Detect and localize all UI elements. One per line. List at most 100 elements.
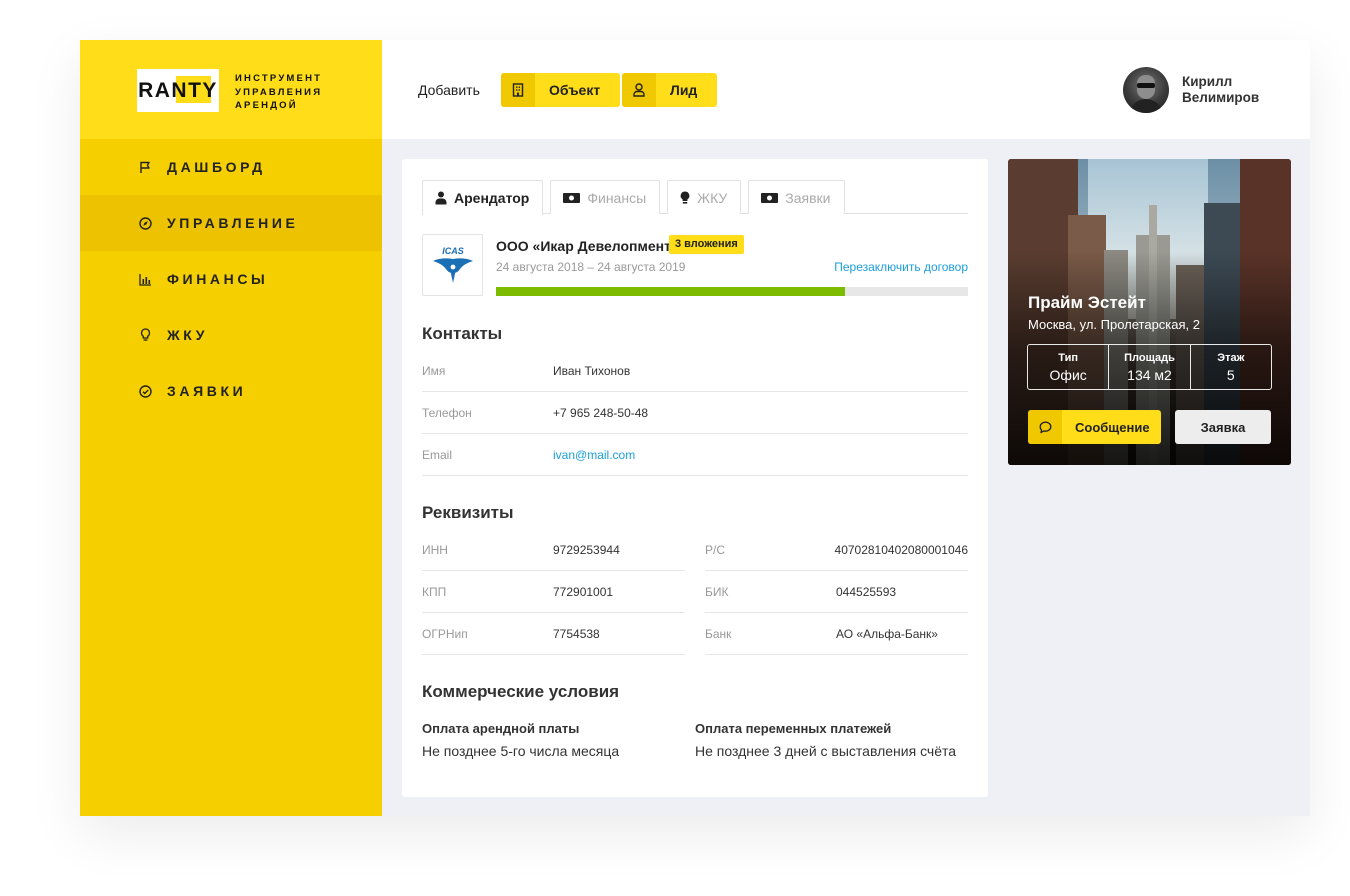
- sidebar-item-label: УПРАВЛЕНИЕ: [167, 215, 299, 231]
- add-label: Добавить: [418, 82, 480, 98]
- tenant-logo-text: ICAS: [442, 246, 464, 256]
- chat-bubble-icon: [1028, 410, 1062, 444]
- requisite-row: Банк АО «Альфа-Банк»: [705, 613, 968, 655]
- renew-contract-link[interactable]: Перезаключить договор: [834, 260, 968, 274]
- tagline-line: ИНСТРУМЕНТ: [235, 73, 323, 84]
- add-object-button[interactable]: Объект: [501, 73, 621, 107]
- requisite-row: КПП 772901001: [422, 571, 685, 613]
- contact-row: Телефон +7 965 248-50-48: [422, 392, 968, 434]
- contacts-list: Имя Иван Тихонов Телефон +7 965 248-50-4…: [422, 350, 968, 476]
- user-first-name: Кирилл: [1182, 74, 1233, 89]
- requisite-value: 044525593: [836, 584, 897, 599]
- tab-tenant[interactable]: Арендатор: [422, 180, 544, 215]
- flag-icon: [138, 160, 152, 174]
- requisites-grid: ИНН 9729253944 КПП 772901001 ОГРНип 7754…: [422, 529, 968, 655]
- building-icon: [501, 73, 535, 107]
- sidebar-item-dashboard[interactable]: ДАШБОРД: [80, 139, 382, 195]
- sidebar-item-finance[interactable]: ФИНАНСЫ: [80, 251, 382, 307]
- requisite-row: Р/С 40702810402080001046: [705, 529, 968, 571]
- logo[interactable]: RANTY: [137, 69, 219, 112]
- tab-finance[interactable]: Финансы: [550, 180, 661, 214]
- sidebar-item-label: ДАШБОРД: [167, 159, 266, 175]
- requisites-right: Р/С 40702810402080001046 БИК 044525593 Б…: [705, 529, 968, 655]
- tab-label: Заявки: [785, 189, 831, 206]
- avatar[interactable]: [1123, 67, 1169, 113]
- requisite-value: 772901001: [553, 584, 614, 599]
- contact-key: Email: [422, 447, 453, 462]
- spec-value: Офис: [1049, 367, 1087, 383]
- spec-key: Площадь: [1124, 352, 1175, 364]
- property-title: Прайм Эстейт: [1028, 293, 1146, 312]
- tenant-summary: ICAS ООО «Икар Девелопмент» 3 вложения 2…: [422, 214, 968, 306]
- spec-area: Площадь 134 м2: [1109, 345, 1191, 389]
- requisite-value: 9729253944: [553, 542, 620, 557]
- requisite-key: Р/С: [705, 542, 726, 557]
- email-link[interactable]: ivan@mail.com: [553, 448, 635, 462]
- request-button[interactable]: Заявка: [1175, 410, 1271, 444]
- requisite-row: ОГРНип 7754538: [422, 613, 685, 655]
- tagline-line: АРЕНДОЙ: [235, 100, 298, 111]
- contact-key: Телефон: [422, 405, 472, 420]
- requisite-key: ИНН: [422, 542, 448, 557]
- requisite-key: БИК: [705, 584, 729, 599]
- sidebar-item-management[interactable]: УПРАВЛЕНИЕ: [80, 195, 382, 251]
- sidebar-item-requests[interactable]: ЗАЯВКИ: [80, 363, 382, 419]
- sidebar-item-label: ЗАЯВКИ: [167, 383, 247, 399]
- contacts-title: Контакты: [422, 324, 503, 343]
- spec-key: Этаж: [1217, 352, 1245, 364]
- lightbulb-icon: [680, 190, 690, 205]
- commercial-terms: Оплата арендной платы Не позднее 5-го чи…: [422, 721, 968, 759]
- banknote-icon: [563, 192, 581, 204]
- property-specs: Тип Офис Площадь 134 м2 Этаж 5: [1027, 344, 1272, 390]
- banknote-icon: [761, 192, 779, 204]
- variable-term: Оплата переменных платежей Не позднее 3 …: [695, 721, 968, 759]
- compass-icon: [138, 216, 152, 230]
- spec-value: 5: [1226, 367, 1235, 383]
- contact-key: Имя: [422, 363, 446, 378]
- tenant-logo: ICAS: [422, 234, 483, 296]
- variable-term-value: Не позднее 3 дней с выставления счёта: [695, 743, 957, 759]
- tab-label: Финансы: [587, 189, 647, 206]
- variable-term-title: Оплата переменных платежей: [695, 721, 892, 736]
- person-icon: [435, 191, 447, 205]
- requisites-left: ИНН 9729253944 КПП 772901001 ОГРНип 7754…: [422, 529, 685, 655]
- spec-type: Тип Офис: [1028, 345, 1110, 389]
- sidebar: RANTY ИНСТРУМЕНТ УПРАВЛЕНИЯ АРЕНДОЙ ДАШБ…: [80, 40, 382, 816]
- commercial-title: Коммерческие условия: [422, 682, 620, 701]
- contact-row: Email ivan@mail.com: [422, 434, 968, 476]
- brand: RANTY ИНСТРУМЕНТ УПРАВЛЕНИЯ АРЕНДОЙ: [80, 40, 382, 139]
- user-name: Кирилл Велимиров: [1182, 74, 1259, 106]
- tabs: Арендатор Финансы ЖКУ Заявки: [422, 180, 968, 215]
- contract-dates: 24 августа 2018 – 24 августа 2019: [496, 260, 686, 274]
- sidebar-item-utilities[interactable]: ЖКУ: [80, 307, 382, 363]
- requisite-value: 40702810402080001046: [834, 542, 968, 557]
- requisite-key: КПП: [422, 584, 447, 599]
- add-lead-label: Лид: [670, 82, 698, 98]
- request-button-label: Заявка: [1200, 419, 1246, 435]
- message-button-label: Сообщение: [1075, 419, 1150, 435]
- tab-utilities[interactable]: ЖКУ: [667, 180, 742, 214]
- user-menu[interactable]: Кирилл Велимиров: [1123, 67, 1259, 113]
- contact-value: +7 965 248-50-48: [553, 405, 649, 420]
- spec-floor: Этаж 5: [1191, 345, 1271, 389]
- attachments-badge[interactable]: 3 вложения: [669, 235, 744, 254]
- tab-requests[interactable]: Заявки: [748, 180, 845, 214]
- bar-chart-icon: [138, 272, 152, 286]
- rent-term-value: Не позднее 5-го числа месяца: [422, 743, 620, 759]
- contract-progress: [496, 287, 968, 296]
- message-button[interactable]: Сообщение: [1028, 410, 1161, 444]
- rent-term: Оплата арендной платы Не позднее 5-го чи…: [422, 721, 695, 759]
- requisites-title: Реквизиты: [422, 503, 514, 522]
- tagline-line: УПРАВЛЕНИЯ: [235, 86, 323, 98]
- tenant-card: Арендатор Финансы ЖКУ Заявки ICAS ООО «И…: [402, 159, 988, 797]
- rent-term-title: Оплата арендной платы: [422, 721, 580, 736]
- tagline: ИНСТРУМЕНТ УПРАВЛЕНИЯ АРЕНДОЙ: [235, 72, 322, 113]
- tab-label: ЖКУ: [697, 189, 728, 206]
- requisite-row: ИНН 9729253944: [422, 529, 685, 571]
- spec-value: 134 м2: [1127, 367, 1172, 383]
- sidebar-nav: ДАШБОРД УПРАВЛЕНИЕ ФИНАНСЫ ЖКУ ЗАЯВКИ: [80, 139, 382, 419]
- add-object-label: Объект: [549, 82, 601, 98]
- add-lead-button[interactable]: Лид: [622, 73, 718, 107]
- contract-progress-fill: [496, 287, 846, 296]
- property-address: Москва, ул. Пролетарская, 2: [1028, 317, 1200, 332]
